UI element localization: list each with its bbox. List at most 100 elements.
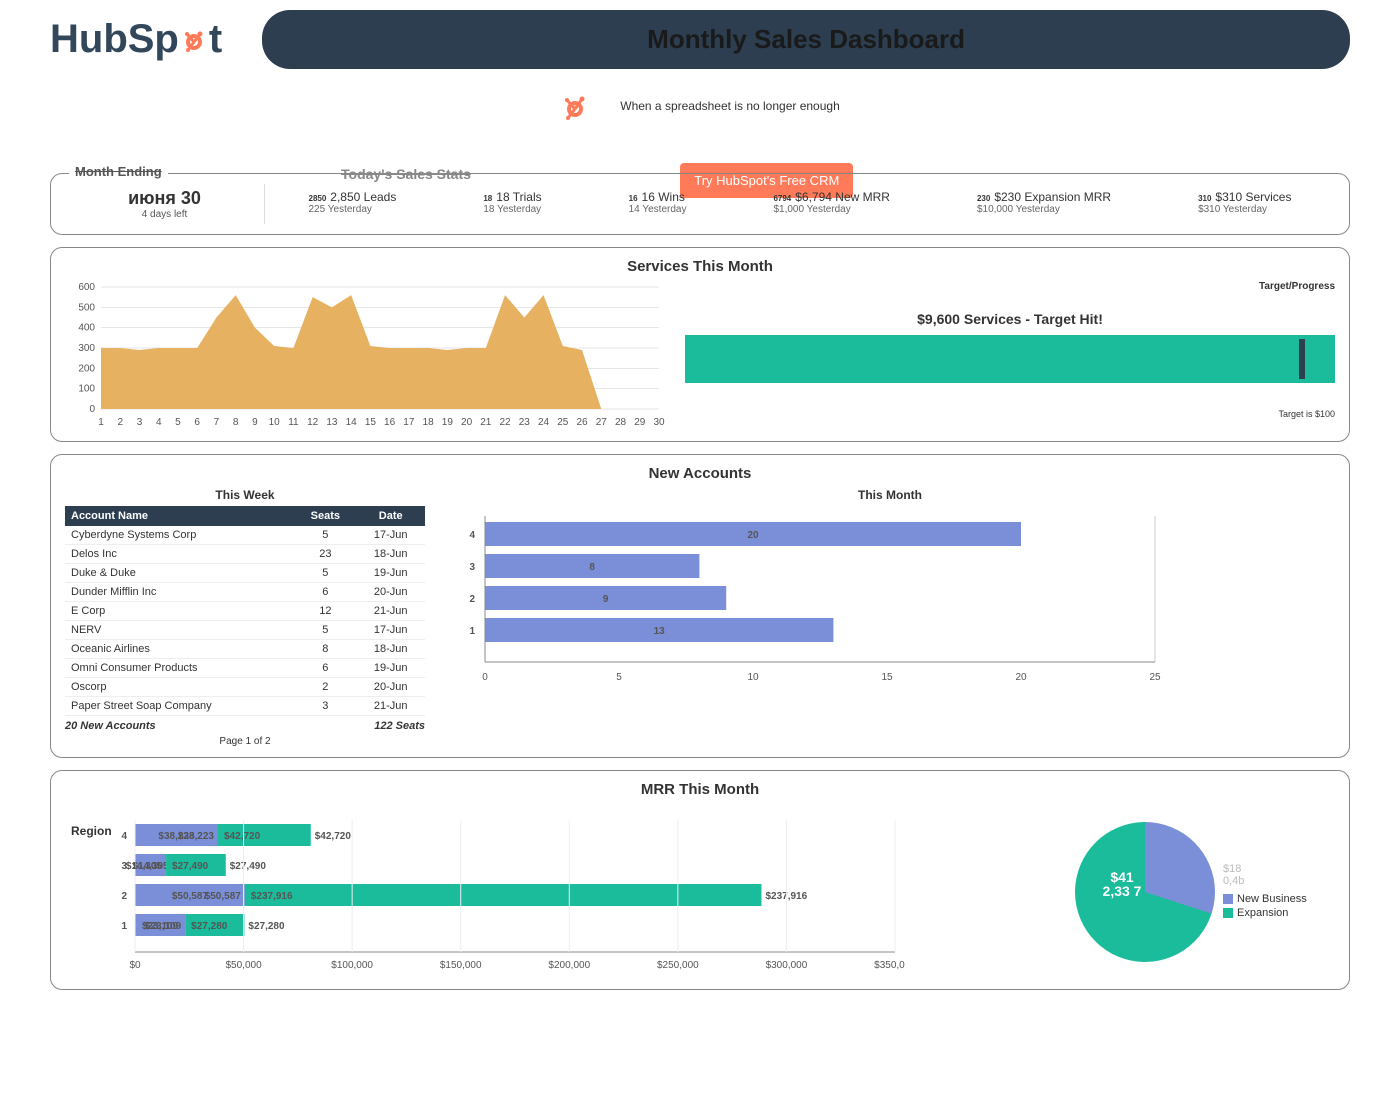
svg-text:$42,720: $42,720 <box>224 831 261 842</box>
svg-text:8: 8 <box>233 417 239 428</box>
svg-text:27: 27 <box>596 417 608 428</box>
svg-text:29: 29 <box>634 417 646 428</box>
seats-total: 122 Seats <box>374 720 425 732</box>
mrr-title: MRR This Month <box>65 781 1335 798</box>
svg-text:10: 10 <box>747 672 759 683</box>
month-ending-label: Month Ending <box>69 164 168 179</box>
services-progress-bar <box>685 335 1335 383</box>
svg-text:20: 20 <box>461 417 473 428</box>
svg-text:200: 200 <box>78 363 95 374</box>
svg-text:2: 2 <box>117 417 123 428</box>
stats-panel: Month Ending Today's Sales Stats июня 30… <box>50 173 1350 235</box>
svg-text:$237,916: $237,916 <box>251 891 293 902</box>
month-ending-box: июня 30 4 days left <box>65 184 265 224</box>
table-row: Oscorp220-Jun <box>65 678 425 697</box>
svg-text:1: 1 <box>98 417 104 428</box>
table-row: Dunder Mifflin Inc620-Jun <box>65 583 425 602</box>
svg-text:20: 20 <box>747 530 759 541</box>
svg-text:15: 15 <box>365 417 377 428</box>
todays-sales-label: Today's Sales Stats <box>341 166 471 182</box>
svg-text:500: 500 <box>78 302 95 313</box>
svg-text:19: 19 <box>442 417 454 428</box>
this-month-label: This Month <box>445 488 1335 502</box>
table-row: Duke & Duke519-Jun <box>65 564 425 583</box>
table-row: Omni Consumer Products619-Jun <box>65 659 425 678</box>
svg-text:13: 13 <box>654 626 666 637</box>
svg-text:23: 23 <box>519 417 531 428</box>
table-row: E Corp1221-Jun <box>65 602 425 621</box>
svg-text:0: 0 <box>482 672 488 683</box>
svg-text:14: 14 <box>346 417 358 428</box>
svg-text:16: 16 <box>384 417 396 428</box>
svg-text:3: 3 <box>469 562 475 573</box>
new-accounts-title: New Accounts <box>65 465 1335 482</box>
svg-text:30: 30 <box>653 417 665 428</box>
svg-text:300: 300 <box>78 343 95 354</box>
svg-text:11: 11 <box>288 417 299 428</box>
svg-text:$300,000: $300,000 <box>766 960 808 971</box>
svg-text:26: 26 <box>576 417 588 428</box>
pie-side-label-1: $18 <box>1223 863 1307 875</box>
svg-text:5: 5 <box>175 417 181 428</box>
svg-text:18: 18 <box>423 417 435 428</box>
legend-expansion: Expansion <box>1223 907 1307 919</box>
days-left: 4 days left <box>65 209 264 220</box>
svg-text:0: 0 <box>89 404 95 415</box>
svg-text:$100,000: $100,000 <box>331 960 373 971</box>
svg-text:10: 10 <box>269 417 281 428</box>
svg-text:$350,000: $350,000 <box>874 960 905 971</box>
svg-text:9: 9 <box>252 417 258 428</box>
svg-text:$38,223: $38,223 <box>178 831 215 842</box>
page-info: Page 1 of 2 <box>65 736 425 747</box>
svg-text:1: 1 <box>469 626 475 637</box>
svg-text:8: 8 <box>589 562 595 573</box>
svg-text:7: 7 <box>214 417 220 428</box>
svg-text:$42,720: $42,720 <box>315 831 352 842</box>
svg-text:2: 2 <box>469 594 475 605</box>
pie-center-label: $41 2,33 7 <box>1097 870 1147 898</box>
sprocket-icon <box>560 89 590 123</box>
table-row: Paper Street Soap Company321-Jun <box>65 697 425 716</box>
svg-text:$27,490: $27,490 <box>172 861 209 872</box>
svg-text:22: 22 <box>500 417 512 428</box>
services-panel: Services This Month 01002003004005006001… <box>50 247 1350 442</box>
this-week-label: This Week <box>65 488 425 502</box>
mrr-bar-chart: 4$38,223$42,7203$14,305$27,4902$50,587$2… <box>65 804 905 974</box>
new-accounts-bar-chart: 42038291130510152025 <box>445 506 1175 686</box>
accounts-table: Account NameSeatsDate Cyberdyne Systems … <box>65 506 425 716</box>
stat-item: 28502,850 Leads225 Yesterday <box>309 190 397 215</box>
svg-text:$14,305: $14,305 <box>126 861 163 872</box>
svg-text:$0: $0 <box>129 960 141 971</box>
svg-text:21: 21 <box>480 417 492 428</box>
svg-text:$50,587: $50,587 <box>172 891 209 902</box>
svg-text:15: 15 <box>881 672 893 683</box>
month-date: июня 30 <box>65 188 264 209</box>
progress-footer: Target is $100 <box>685 409 1335 419</box>
svg-text:28: 28 <box>615 417 627 428</box>
svg-text:24: 24 <box>538 417 550 428</box>
progress-target-tick <box>1299 339 1305 379</box>
services-area-chart: 0100200300400500600123456789101112131415… <box>65 281 665 431</box>
progress-title: $9,600 Services - Target Hit! <box>685 311 1335 327</box>
svg-text:5: 5 <box>616 672 622 683</box>
table-row: Delos Inc2318-Jun <box>65 545 425 564</box>
svg-text:12: 12 <box>307 417 319 428</box>
stat-item: 230$230 Expansion MRR$10,000 Yesterday <box>977 190 1111 215</box>
svg-text:4: 4 <box>121 831 127 842</box>
svg-text:$150,000: $150,000 <box>440 960 482 971</box>
svg-text:$200,000: $200,000 <box>548 960 590 971</box>
table-row: Oceanic Airlines818-Jun <box>65 640 425 659</box>
dashboard-title: Monthly Sales Dashboard <box>262 10 1350 69</box>
accounts-total: 20 New Accounts <box>65 720 156 732</box>
svg-text:$27,280: $27,280 <box>191 921 228 932</box>
stat-item: 310$310 Services$310 Yesterday <box>1198 190 1291 215</box>
cta-tagline: When a spreadsheet is no longer enough <box>620 99 840 113</box>
services-title: Services This Month <box>65 258 1335 275</box>
legend-new-business: New Business <box>1223 893 1307 905</box>
svg-text:4: 4 <box>469 530 475 541</box>
svg-text:$27,490: $27,490 <box>230 861 267 872</box>
svg-text:20: 20 <box>1015 672 1027 683</box>
svg-text:$250,000: $250,000 <box>657 960 699 971</box>
pie-side-label-2: 0,4b <box>1223 875 1307 887</box>
svg-text:$27,280: $27,280 <box>248 921 285 932</box>
